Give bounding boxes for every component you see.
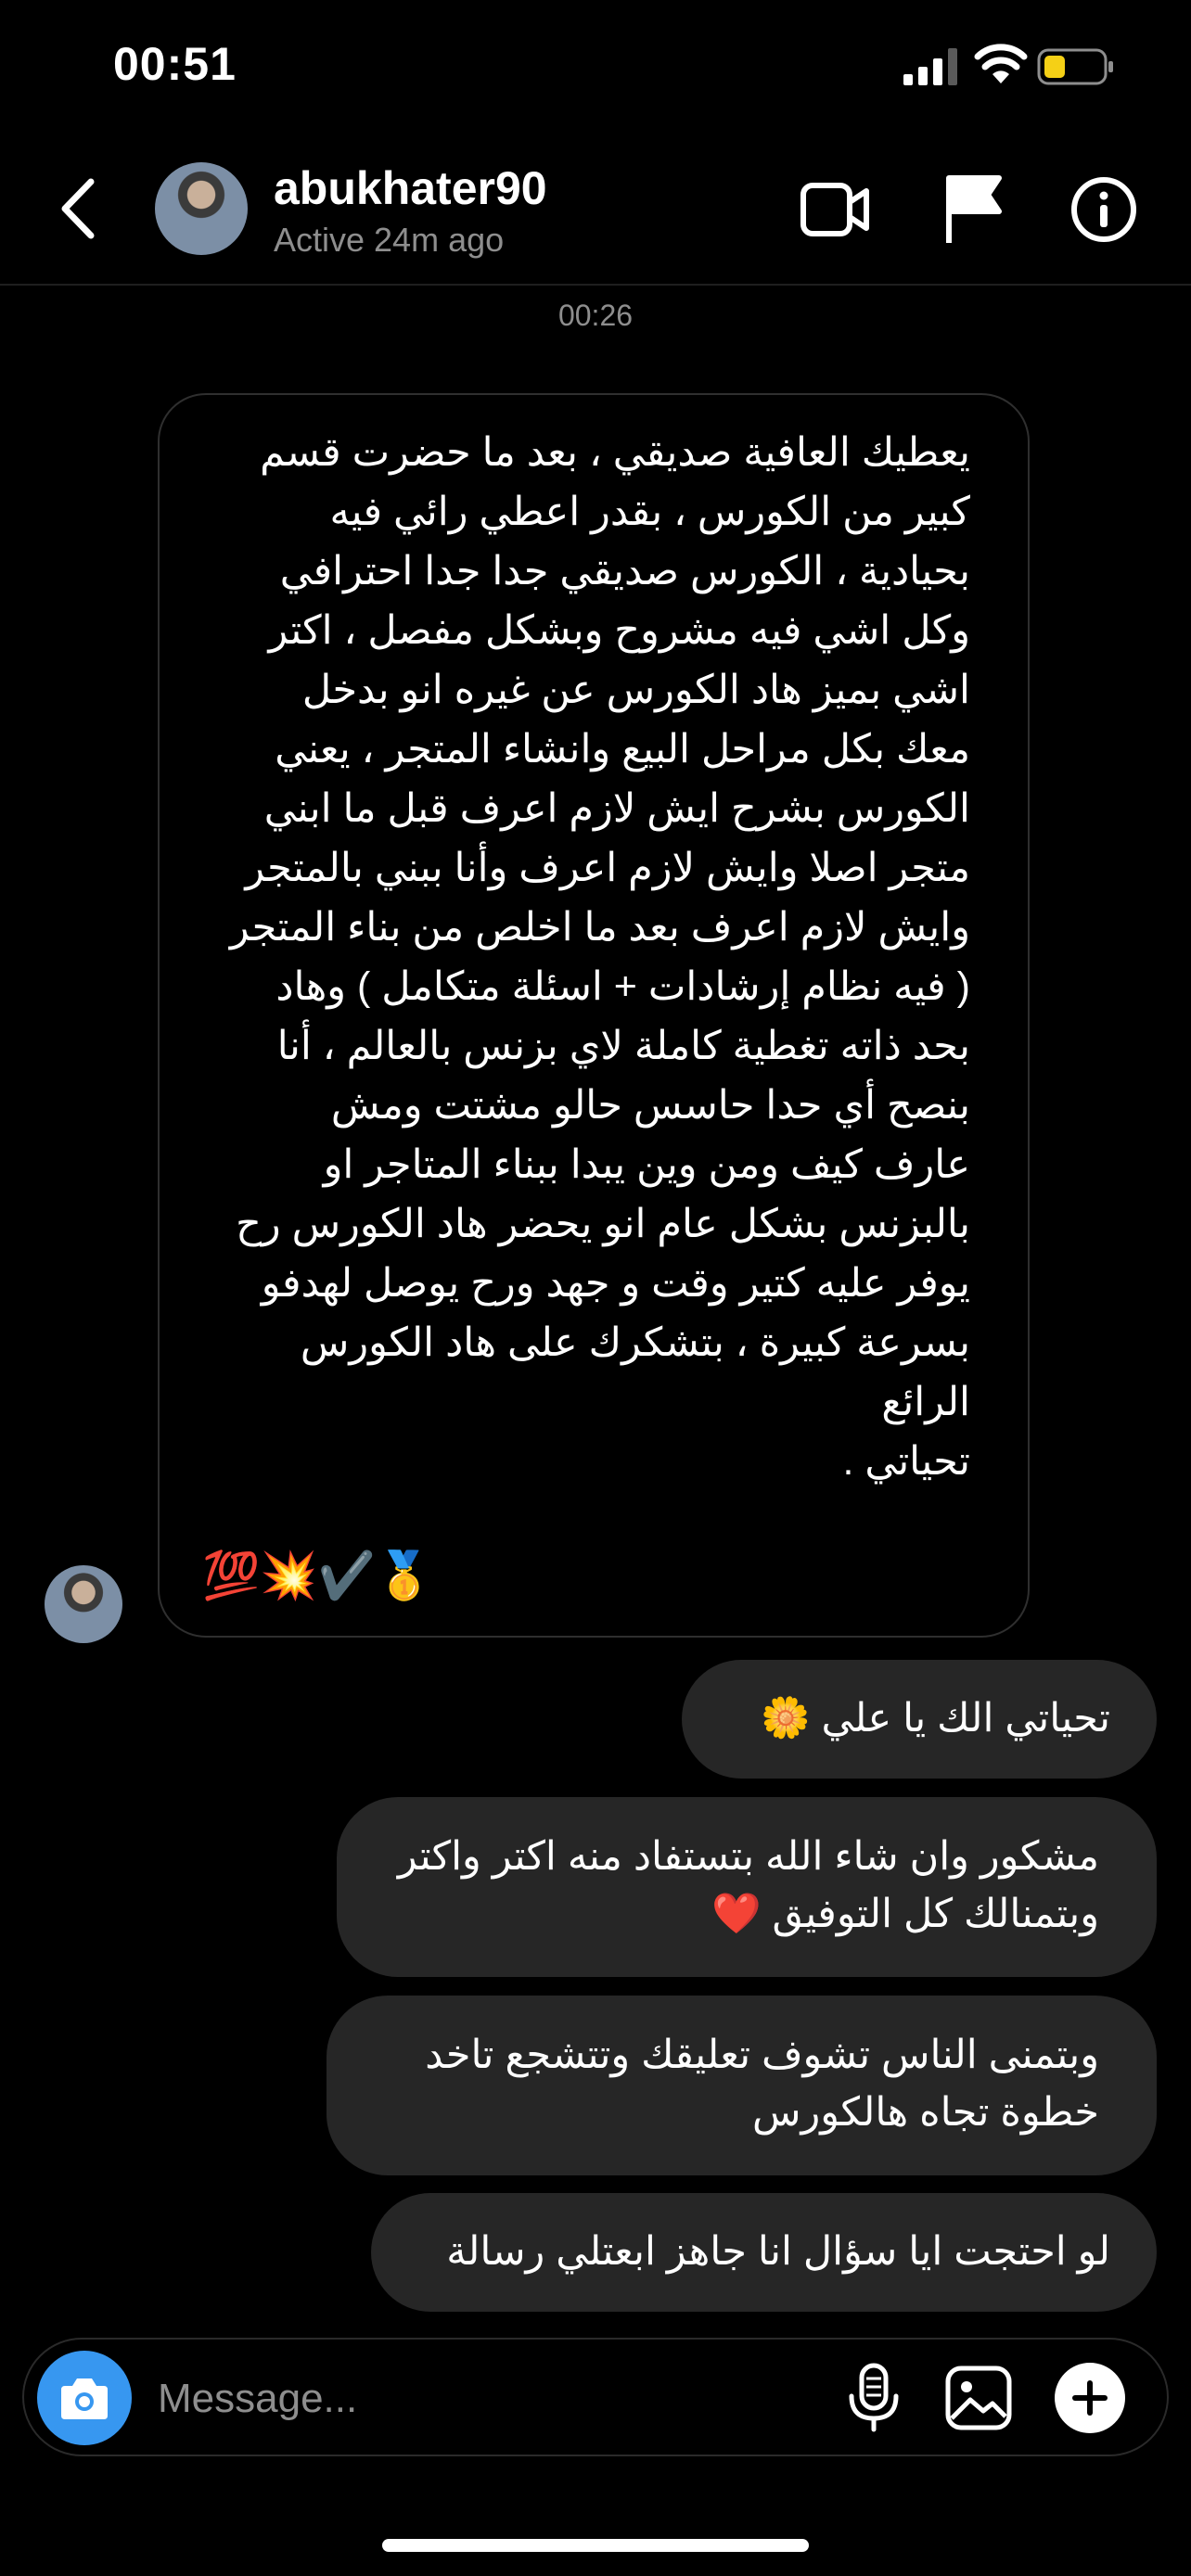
camera-button[interactable]	[37, 2351, 132, 2445]
outgoing-message-bubble[interactable]: لو احتجت ايا سؤال انا جاهز ابعتلي رسالة	[371, 2193, 1157, 2312]
status-time: 00:51	[113, 38, 237, 90]
active-status: Active 24m ago	[274, 221, 505, 259]
back-chevron-icon[interactable]	[56, 176, 100, 241]
incoming-emojis: 💯💥✔️🥇	[202, 1549, 434, 1601]
message-input[interactable]	[156, 2368, 809, 2429]
avatar[interactable]	[155, 162, 248, 255]
outgoing-message-bubble[interactable]: تحياتي الك يا علي 🌼	[682, 1660, 1157, 1779]
plus-icon	[1072, 2380, 1108, 2416]
incoming-message-bubble[interactable]: يعطيك العافية صديقي ، بعد ما حضرت قسم كب…	[158, 393, 1030, 1638]
gallery-icon[interactable]	[944, 2365, 1013, 2431]
microphone-icon[interactable]	[846, 2363, 902, 2433]
wifi-icon	[974, 44, 1028, 83]
add-button[interactable]	[1055, 2363, 1125, 2433]
username[interactable]: abukhater90	[274, 161, 547, 215]
incoming-message-text: يعطيك العافية صديقي ، بعد ما حضرت قسم كب…	[229, 430, 970, 1484]
header-divider	[0, 284, 1191, 286]
outgoing-message-bubble[interactable]: مشكور وان شاء الله بتستفاد منه اكتر واكت…	[337, 1797, 1157, 1977]
signal-icon	[903, 48, 957, 85]
info-icon[interactable]	[1070, 176, 1137, 243]
flag-icon[interactable]	[943, 174, 1005, 245]
battery-icon	[1037, 48, 1113, 85]
sender-avatar[interactable]	[45, 1565, 122, 1643]
video-call-icon[interactable]	[800, 178, 870, 241]
camera-icon	[61, 2378, 108, 2419]
home-indicator[interactable]	[382, 2539, 809, 2552]
thread-timestamp: 00:26	[557, 299, 634, 332]
outgoing-message-bubble[interactable]: وبتمنى الناس تشوف تعليقك وتتشجع تاخد خطو…	[327, 1996, 1157, 2175]
